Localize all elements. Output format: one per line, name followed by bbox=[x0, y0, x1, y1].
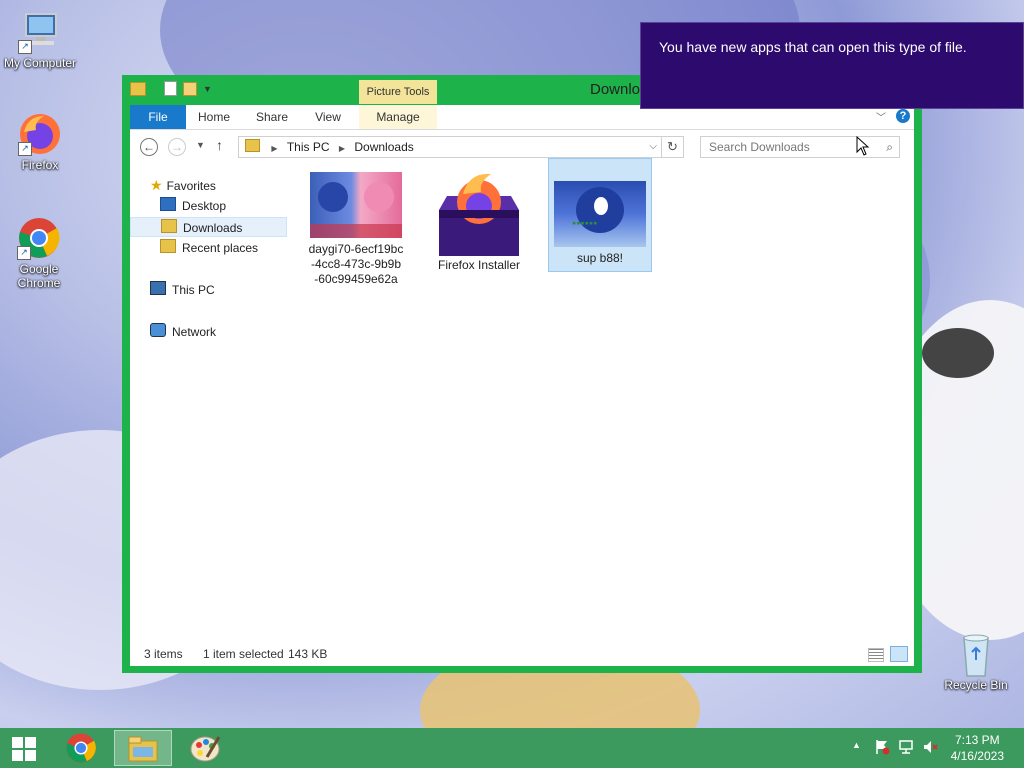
system-clock[interactable]: 7:13 PM 4/16/2023 bbox=[951, 732, 1004, 764]
properties-icon[interactable] bbox=[164, 81, 177, 96]
tab-manage[interactable]: Manage bbox=[359, 105, 437, 129]
breadcrumb-this-pc[interactable]: This PC bbox=[287, 140, 330, 154]
selection-size: 143 KB bbox=[288, 647, 328, 661]
desktop-icon-recycle-bin[interactable]: Recycle Bin bbox=[936, 632, 1016, 692]
recent-locations-icon[interactable]: ▼ bbox=[196, 140, 205, 150]
nav-favorites[interactable]: ★ Favorites bbox=[150, 175, 216, 195]
navigation-pane: ★ Favorites Desktop Downloads Recent plac… bbox=[130, 164, 290, 644]
image-thumbnail bbox=[310, 172, 402, 238]
network-status-icon[interactable] bbox=[898, 739, 914, 758]
file-name: daygi70-6ecf19bc -4cc8-473c-9b9b -60c994… bbox=[308, 242, 404, 286]
help-icon[interactable]: ? bbox=[896, 109, 910, 123]
taskbar-chrome[interactable] bbox=[52, 730, 110, 766]
breadcrumb-separator-icon[interactable]: ▶ bbox=[271, 144, 277, 153]
address-dropdown-icon[interactable]: ⌵ bbox=[649, 137, 657, 157]
volume-muted-icon[interactable] bbox=[922, 739, 938, 758]
clock-date: 4/16/2023 bbox=[950, 749, 1004, 763]
quick-access-toolbar: ▼ bbox=[130, 81, 212, 96]
file-name: sup b88! bbox=[576, 251, 624, 265]
refresh-button[interactable]: ↻ bbox=[662, 136, 684, 158]
nav-this-pc[interactable]: This PC bbox=[150, 280, 215, 300]
breadcrumb-downloads[interactable]: Downloads bbox=[354, 140, 413, 154]
image-thumbnail: ▪▪▪▪▪▪ bbox=[554, 181, 646, 247]
desktop-icon-my-computer[interactable]: ↗ My Computer bbox=[0, 10, 80, 70]
address-bar-row: ← → ▼ ↑ ▶ This PC ▶ Downloads ⌵ ↻ Search… bbox=[130, 130, 914, 164]
desktop-icon-firefox[interactable]: ↗ Firefox bbox=[0, 112, 80, 172]
up-button[interactable]: ↑ bbox=[216, 137, 223, 153]
tab-file[interactable]: File bbox=[130, 105, 186, 129]
large-icons-view-icon[interactable] bbox=[890, 646, 908, 662]
address-input[interactable]: ▶ This PC ▶ Downloads ⌵ bbox=[238, 136, 662, 158]
status-bar: 3 items 1 item selected 143 KB bbox=[130, 644, 914, 666]
chrome-icon: ↗ bbox=[17, 216, 61, 260]
qat-dropdown-icon[interactable]: ▼ bbox=[203, 84, 212, 94]
desktop-icon-chrome[interactable]: ↗ Google Chrome bbox=[0, 216, 78, 290]
recycle-bin-icon bbox=[954, 632, 998, 677]
search-placeholder: Search Downloads bbox=[709, 140, 810, 154]
notification-toast[interactable]: You have new apps that can open this typ… bbox=[640, 22, 1024, 109]
item-count: 3 items bbox=[144, 647, 183, 661]
wallpaper-shape bbox=[922, 328, 994, 378]
windows-logo-icon bbox=[12, 737, 36, 761]
file-item-selected[interactable]: ▪▪▪▪▪▪ sup b88! bbox=[548, 158, 652, 272]
toast-message: You have new apps that can open this typ… bbox=[659, 39, 967, 55]
computer-icon: ↗ bbox=[18, 10, 62, 54]
content-area: ★ Favorites Desktop Downloads Recent plac… bbox=[130, 158, 914, 644]
desktop-icon-label: My Computer bbox=[3, 56, 77, 70]
star-icon: ★ bbox=[150, 177, 163, 193]
desktop-icon bbox=[160, 197, 176, 211]
tab-share[interactable]: Share bbox=[250, 105, 294, 129]
picture-tools-label: Picture Tools bbox=[359, 80, 437, 104]
desktop-icon-label: Google Chrome bbox=[17, 262, 61, 290]
nav-desktop[interactable]: Desktop bbox=[160, 196, 226, 216]
folder-icon[interactable] bbox=[130, 81, 146, 96]
search-icon[interactable]: ⌕ bbox=[886, 137, 893, 157]
computer-icon bbox=[150, 281, 166, 295]
start-button[interactable] bbox=[0, 730, 50, 766]
nav-network[interactable]: Network bbox=[150, 322, 216, 342]
downloads-folder-icon bbox=[245, 139, 260, 152]
breadcrumb-separator-icon[interactable]: ▶ bbox=[339, 144, 345, 153]
desktop-icon-label: Recycle Bin bbox=[944, 678, 1008, 692]
taskbar-paint[interactable] bbox=[176, 730, 234, 766]
recent-places-icon bbox=[160, 239, 176, 253]
action-center-flag-icon[interactable] bbox=[874, 739, 890, 758]
firefox-icon: ↗ bbox=[18, 112, 62, 156]
selection-info: 1 item selected bbox=[203, 647, 284, 661]
back-button[interactable]: ← bbox=[140, 138, 158, 156]
paint-palette-icon bbox=[190, 736, 221, 762]
tab-view[interactable]: View bbox=[308, 105, 348, 129]
file-item[interactable]: daygi70-6ecf19bc -4cc8-473c-9b9b -60c994… bbox=[304, 166, 408, 287]
new-folder-icon[interactable] bbox=[183, 81, 197, 96]
details-view-icon[interactable] bbox=[868, 648, 884, 662]
nav-recent-places[interactable]: Recent places bbox=[160, 238, 258, 258]
downloads-icon bbox=[161, 219, 177, 233]
firefox-installer-icon bbox=[433, 166, 525, 258]
chrome-icon bbox=[66, 733, 96, 763]
taskbar-file-explorer[interactable] bbox=[114, 730, 172, 766]
thumbnail-text: ▪▪▪▪▪▪ bbox=[572, 219, 598, 227]
tab-home[interactable]: Home bbox=[192, 105, 236, 129]
search-input[interactable]: Search Downloads ⌕ bbox=[700, 136, 900, 158]
taskbar: ▲ 7:13 PM 4/16/2023 bbox=[0, 728, 1024, 768]
explorer-window[interactable]: ▼ Picture Tools Downloads File Home Shar… bbox=[122, 75, 922, 673]
ribbon-expand-icon[interactable]: ﹀ bbox=[876, 109, 886, 124]
file-explorer-icon bbox=[128, 736, 158, 762]
file-name: Firefox Installer bbox=[437, 258, 521, 272]
network-icon bbox=[150, 323, 166, 337]
show-hidden-icons-icon[interactable]: ▲ bbox=[852, 740, 861, 750]
clock-time: 7:13 PM bbox=[954, 733, 1000, 747]
forward-button[interactable]: → bbox=[168, 138, 186, 156]
file-item[interactable]: Firefox Installer bbox=[427, 166, 531, 272]
desktop-icon-label: Firefox bbox=[21, 158, 59, 172]
nav-downloads[interactable]: Downloads bbox=[130, 217, 287, 237]
